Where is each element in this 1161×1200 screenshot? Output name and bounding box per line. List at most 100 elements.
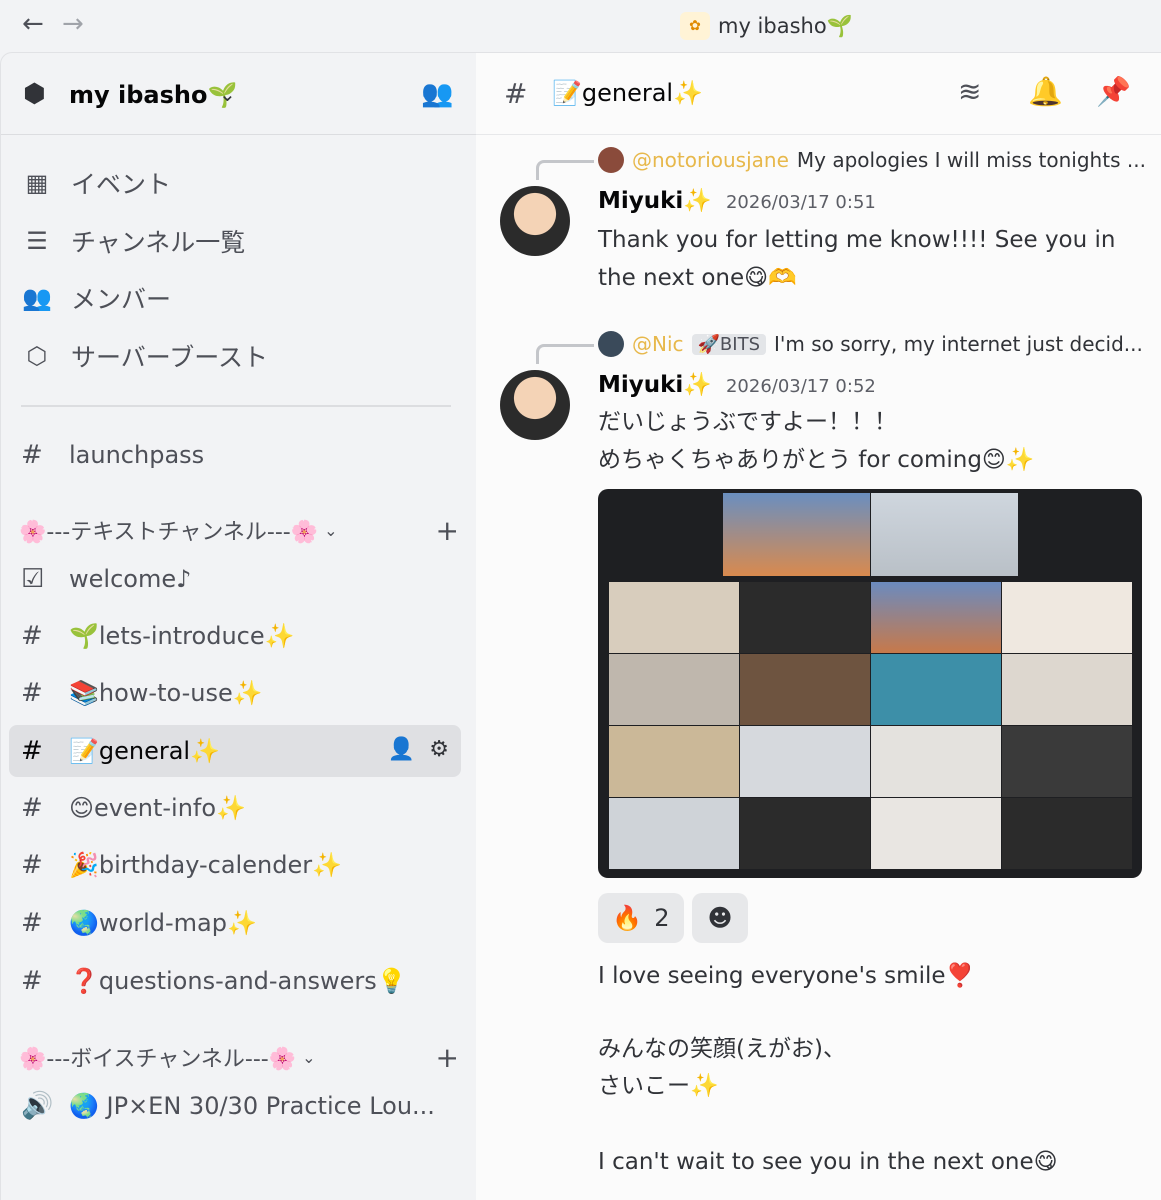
video-tile [740, 798, 870, 869]
reply-preview[interactable]: @Nic 🚀BITS I'm so sorry, my internet jus… [598, 331, 1143, 357]
menu-item-members[interactable]: 👥 メンバー [21, 278, 171, 318]
hash-lock-icon: # [21, 793, 43, 823]
menu-item-events[interactable]: ▦ イベント [21, 163, 171, 203]
video-tile [740, 582, 870, 653]
video-tile [871, 726, 1001, 797]
menu-item-label: チャンネル一覧 [71, 228, 246, 257]
menu-item-label: イベント [71, 170, 172, 199]
arrow-left-icon[interactable]: ← [22, 8, 44, 40]
channel-browse-icon: ☰ [26, 227, 48, 255]
video-tile [1002, 726, 1132, 797]
video-tile [871, 654, 1001, 725]
hash-lock-icon: # [21, 736, 43, 766]
chevron-down-icon: ⌄ [302, 1047, 316, 1067]
channel-event-info[interactable]: # 😊event-info✨ [9, 782, 461, 834]
invite-people-icon[interactable]: 👤 [388, 737, 415, 762]
avatar [598, 147, 624, 173]
server-header[interactable]: ⬢ my ibasho🌱 ⌄ 👥 [1, 53, 477, 135]
channel-general[interactable]: # 📝general✨ 👤 ⚙ [9, 725, 461, 777]
chevron-down-icon[interactable]: ⌄ [219, 77, 236, 111]
image-attachment[interactable] [598, 489, 1142, 878]
message-text: だいじょうぶですよー！！！ [598, 409, 897, 435]
channel-world-map[interactable]: # 🌏world-map✨ [9, 897, 461, 949]
title-bar: ← → ✿ my ibasho🌱 [0, 0, 1161, 52]
avatar [598, 331, 624, 357]
avatar[interactable] [500, 186, 570, 256]
channel-label: 🌏 JP×EN 30/30 Practice Lou... [69, 1092, 435, 1120]
sidebar-divider [21, 405, 451, 407]
add-reaction-button[interactable]: ☻ [692, 893, 748, 943]
hash-lock-icon: # [504, 77, 528, 110]
reply-connector [536, 160, 594, 180]
message-text: Thank you for letting me know!!!! See yo… [598, 227, 1116, 291]
channel-questions-and-answers[interactable]: # ❓questions-and-answers💡 [9, 955, 461, 1007]
reaction-fire[interactable]: 🔥 2 [598, 893, 684, 943]
fire-icon: 🔥 [612, 904, 643, 932]
hash-lock-icon: # [21, 621, 43, 651]
menu-item-label: メンバー [71, 285, 172, 314]
add-channel-icon[interactable]: + [436, 514, 459, 547]
reply-author[interactable]: @notoriousjane [632, 148, 789, 172]
message-text: めちゃくちゃありがとう for coming😊✨ [598, 447, 1035, 473]
category-text-channels[interactable]: 🌸---テキストチャンネル---🌸 ⌄ + [19, 514, 459, 547]
reply-text: My apologies I will miss tonights ... [796, 148, 1146, 172]
gear-icon[interactable]: ⚙ [429, 737, 449, 762]
window-title: ✿ my ibasho🌱 [680, 12, 853, 40]
boost-icon: ⬡ [26, 342, 48, 370]
hash-lock-icon: # [21, 440, 43, 470]
pin-icon[interactable]: 📌 [1096, 75, 1131, 109]
channel-title: 📝general✨ [552, 79, 703, 107]
app-logo: ✿ [680, 12, 710, 40]
arrow-right-icon[interactable]: → [62, 8, 84, 40]
video-tile [1002, 582, 1132, 653]
channel-label: welcome♪ [69, 565, 192, 593]
reply-preview[interactable]: @notoriousjane My apologies I will miss … [598, 147, 1146, 173]
author-name[interactable]: Miyuki✨ [598, 187, 712, 214]
channel-welcome[interactable]: ☑ welcome♪ [9, 553, 461, 605]
avatar[interactable] [500, 370, 570, 440]
channel-birthday-calender[interactable]: # 🎉birthday-calender✨ [9, 839, 461, 891]
message-text: I love seeing everyone's smile❣️ [598, 963, 975, 989]
channel-label: 📚how-to-use✨ [69, 679, 263, 707]
author-name[interactable]: Miyuki✨ [598, 371, 712, 398]
add-reaction-icon: ☻ [707, 904, 733, 932]
video-tile [609, 654, 739, 725]
menu-item-server-boost[interactable]: ⬡ サーバーブースト [21, 336, 269, 376]
category-voice-channels[interactable]: 🌸---ボイスチャンネル---🌸 ⌄ + [19, 1041, 459, 1074]
video-tile [1002, 654, 1132, 725]
hash-lock-icon: # [21, 908, 43, 938]
chevron-down-icon: ⌄ [324, 520, 338, 540]
channel-label: 😊event-info✨ [69, 794, 246, 822]
category-label: 🌸---テキストチャンネル---🌸 [19, 520, 319, 545]
speaker-lock-icon: 🔊 [21, 1091, 54, 1121]
channel-how-to-use[interactable]: # 📚how-to-use✨ [9, 667, 461, 719]
channel-label: 🌏world-map✨ [69, 909, 257, 937]
invite-people-icon[interactable]: 👥 [421, 79, 453, 109]
channel-sidebar: ⬢ my ibasho🌱 ⌄ 👥 ▦ イベント ☰ チャンネル一覧 👥 メンバー… [0, 52, 477, 1200]
video-tile [871, 582, 1001, 653]
window-title-text: my ibasho🌱 [718, 13, 853, 38]
hash-lock-icon: # [21, 678, 43, 708]
hash-lock-icon: # [21, 966, 43, 996]
members-icon: 👥 [22, 284, 52, 312]
channel-actions: 👤 ⚙ [388, 737, 449, 762]
server-name[interactable]: my ibasho🌱 [69, 79, 237, 111]
channel-label: launchpass [69, 441, 205, 469]
reply-author[interactable]: @Nic [632, 332, 684, 356]
bell-icon[interactable]: 🔔 [1028, 75, 1063, 109]
video-tile [609, 798, 739, 869]
threads-icon[interactable]: ≋ [958, 75, 981, 109]
channel-lets-introduce[interactable]: # 🌱lets-introduce✨ [9, 610, 461, 662]
timestamp: 2026/03/17 0:52 [725, 376, 876, 397]
category-label: 🌸---ボイスチャンネル---🌸 [19, 1047, 297, 1072]
message-header: Miyuki✨ 2026/03/17 0:51 [598, 187, 876, 214]
channel-label: 📝general✨ [69, 737, 220, 765]
voice-channel-practice-lounge[interactable]: 🔊 🌏 JP×EN 30/30 Practice Lou... [9, 1080, 461, 1132]
menu-item-label: サーバーブースト [71, 343, 269, 372]
channel-label: 🌱lets-introduce✨ [69, 622, 295, 650]
add-channel-icon[interactable]: + [436, 1041, 459, 1074]
channel-launchpass[interactable]: # launchpass [9, 429, 461, 481]
menu-item-browse-channels[interactable]: ☰ チャンネル一覧 [21, 221, 245, 261]
reaction-count: 2 [654, 904, 670, 932]
video-tile [609, 582, 739, 653]
